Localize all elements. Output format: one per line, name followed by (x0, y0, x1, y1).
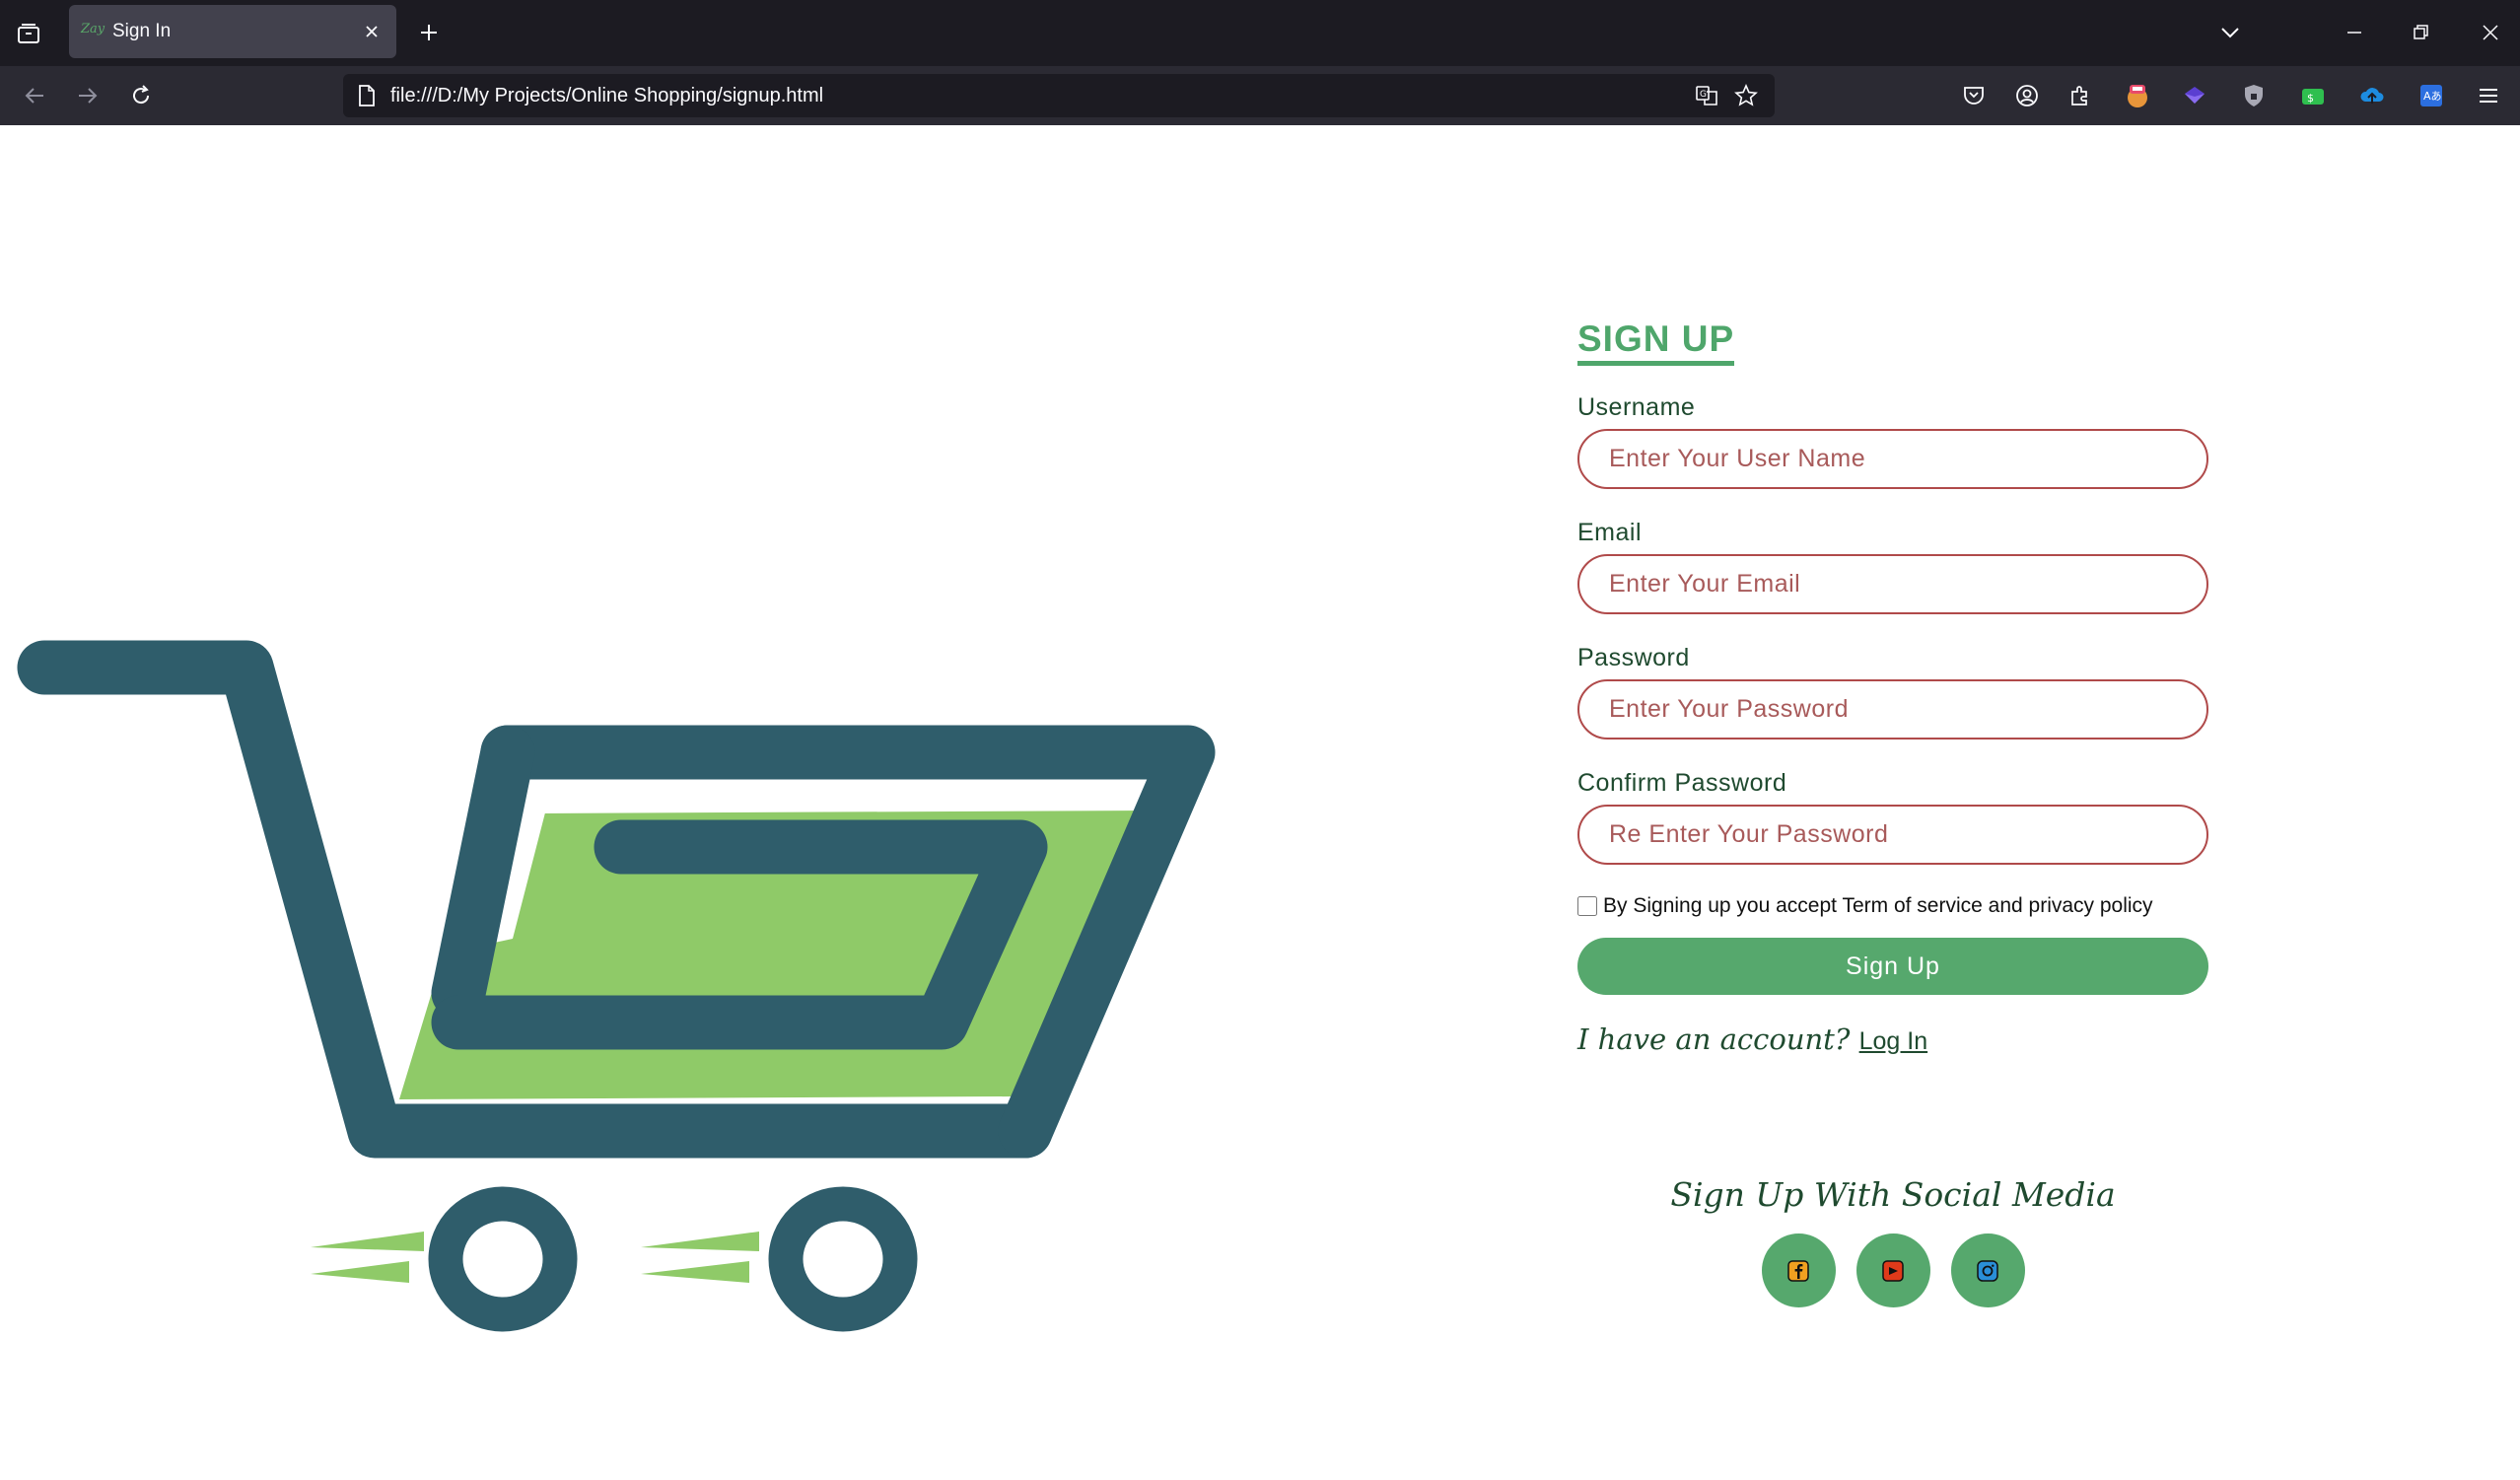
reload-button[interactable] (122, 78, 160, 113)
email-input[interactable] (1577, 554, 2208, 614)
new-tab-button[interactable] (412, 16, 446, 49)
arrow-right-icon (79, 88, 98, 104)
extension-5-button[interactable] (2354, 78, 2390, 113)
close-icon (366, 26, 378, 37)
bookmark-button[interactable] (1729, 80, 1763, 111)
green-extension-icon: $ (2302, 89, 2324, 105)
extensions-button[interactable] (2063, 78, 2098, 113)
cloud-icon (2360, 88, 2384, 104)
password-label: Password (1577, 644, 1690, 671)
extension-2-button[interactable] (2177, 78, 2212, 113)
puzzle-icon (2071, 86, 2087, 106)
minimize-icon (2347, 32, 2361, 34)
tab-sign-in[interactable]: Zay Sign In (69, 5, 396, 58)
svg-text:Aあ: Aあ (2423, 90, 2442, 103)
page-content: SIGN UP Username Email Password Confirm … (0, 125, 2520, 1480)
extension-3-button[interactable] (2236, 78, 2272, 113)
plus-icon (421, 25, 437, 40)
tab-close-button[interactable] (357, 17, 386, 46)
browser-tab-bar: Zay Sign In (0, 0, 2520, 66)
login-link[interactable]: Log In (1859, 1027, 1928, 1055)
account-text: I have an account? (1577, 1022, 1851, 1056)
shopping-cart-illustration (0, 490, 1282, 1377)
email-label: Email (1577, 519, 1643, 546)
sign-up-button[interactable]: Sign Up (1577, 938, 2208, 995)
favicon-icon: Zay (81, 22, 105, 36)
forward-button[interactable] (69, 78, 106, 113)
svg-text:G: G (1700, 90, 1707, 100)
extension-6-button[interactable]: Aあ (2414, 78, 2449, 113)
svg-text:$: $ (2307, 92, 2314, 105)
account-icon (2016, 85, 2038, 106)
menu-button[interactable] (2471, 78, 2506, 113)
hamburger-menu-icon (2480, 89, 2497, 103)
social-signup-section: Sign Up With Social Media (1577, 1175, 2208, 1307)
extension-4-button[interactable]: $ (2295, 78, 2331, 113)
extension-1-button[interactable] (2120, 78, 2155, 113)
facebook-icon (1787, 1259, 1809, 1282)
list-all-tabs-button[interactable] (2212, 16, 2248, 49)
address-bar[interactable]: file:///D:/My Projects/Online Shopping/s… (343, 74, 1775, 117)
arrow-left-icon (25, 88, 43, 104)
fox-extension-icon (2128, 85, 2147, 107)
translate-extension-icon: Aあ (2420, 85, 2442, 106)
username-label: Username (1577, 393, 1696, 421)
tab-overview-icon (18, 24, 39, 43)
purple-extension-icon (2185, 87, 2205, 104)
username-input[interactable] (1577, 429, 2208, 489)
facebook-button[interactable] (1761, 1233, 1836, 1307)
confirm-password-input[interactable] (1577, 805, 2208, 865)
star-icon (1734, 84, 1758, 106)
restore-button[interactable] (2402, 16, 2441, 49)
social-title: Sign Up With Social Media (1670, 1175, 2116, 1214)
shield-icon (2245, 85, 2263, 106)
page-icon (359, 85, 375, 106)
reload-icon (133, 85, 150, 105)
tab-title: Sign In (112, 21, 172, 41)
password-input[interactable] (1577, 679, 2208, 740)
shopping-cart-icon (17, 640, 1216, 1332)
minimize-button[interactable] (2335, 16, 2374, 49)
close-icon (2483, 25, 2498, 40)
translate-icon: G (1696, 86, 1717, 106)
tab-overview-button[interactable] (10, 18, 47, 49)
browser-navigation-bar: file:///D:/My Projects/Online Shopping/s… (0, 66, 2520, 125)
terms-checkbox[interactable] (1577, 896, 1597, 916)
restore-icon (2414, 25, 2428, 39)
terms-row: By Signing up you accept Term of service… (1577, 894, 2208, 918)
account-row: I have an account? Log In (1577, 1022, 2208, 1056)
account-button[interactable] (2009, 78, 2045, 113)
url-text: file:///D:/My Projects/Online Shopping/s… (390, 85, 824, 106)
translate-button[interactable]: G (1690, 80, 1723, 111)
signup-form: SIGN UP Username Email Password Confirm … (1577, 319, 2208, 1056)
pocket-button[interactable] (1956, 78, 1992, 113)
confirm-password-label: Confirm Password (1577, 769, 1787, 797)
terms-text: By Signing up you accept Term of service… (1603, 894, 2153, 917)
instagram-icon (1977, 1259, 1998, 1282)
close-window-button[interactable] (2471, 16, 2510, 49)
instagram-button[interactable] (1950, 1233, 2025, 1307)
chevron-down-icon (2221, 28, 2239, 38)
back-button[interactable] (16, 78, 53, 113)
pocket-icon (1964, 87, 1984, 105)
form-title: SIGN UP (1577, 319, 1735, 366)
social-buttons (1577, 1233, 2208, 1307)
youtube-icon (1882, 1259, 1904, 1282)
youtube-button[interactable] (1855, 1233, 1930, 1307)
